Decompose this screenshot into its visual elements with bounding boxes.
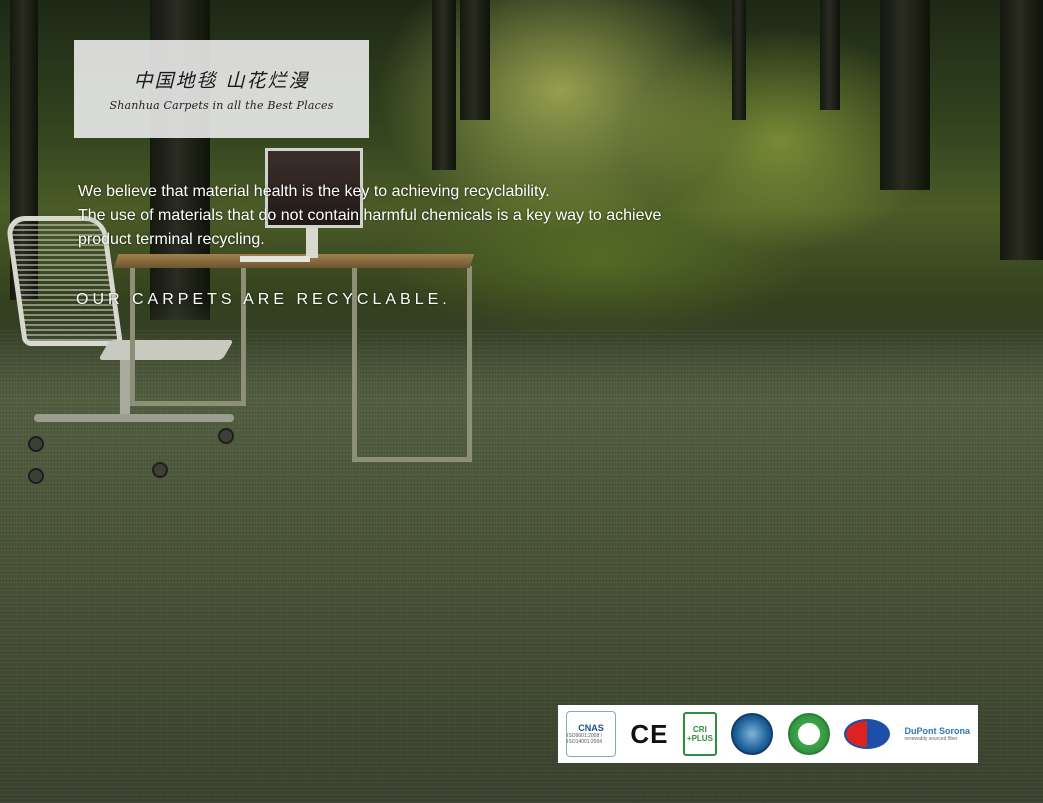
tree-trunk [732, 0, 746, 120]
chair-wheel [28, 468, 44, 484]
cri-badge: CRI +PLUS [682, 712, 717, 756]
tree-trunk [880, 0, 930, 190]
cnas-detail: ISO9001:2008 / ISO14001:2004 [567, 733, 603, 745]
cri-label: CRI [693, 725, 707, 734]
chair-wheel [28, 436, 44, 452]
cri-detail: +PLUS [686, 734, 713, 743]
logo-tagline: Shanhua Carpets in all the Best Places [109, 99, 334, 112]
body-line: We believe that material health is the k… [78, 183, 550, 200]
body-line: The use of materials that do not contain… [78, 207, 662, 224]
cnas-label: CNAS [578, 723, 604, 733]
tree-trunk [820, 0, 840, 110]
blue-seal-icon [731, 713, 774, 755]
body-line: product terminal recycling. [78, 231, 265, 248]
dupont-label: DuPont Sorona [904, 726, 970, 736]
dupont-detail: renewably sourced fiber [904, 736, 958, 742]
oval-seal-icon [844, 719, 891, 749]
green-seal-icon [787, 713, 830, 755]
ce-mark: CE [630, 718, 669, 749]
body-copy: We believe that material health is the k… [78, 180, 778, 252]
desk-leg [130, 266, 246, 406]
chair-post [120, 360, 130, 418]
logo-chinese-text: 中国地毯 山花烂漫 [133, 70, 310, 92]
tree-trunk [1000, 0, 1043, 260]
tree-trunk [432, 0, 456, 170]
dupont-sorona-logo: DuPont Sorona renewably sourced fiber [904, 726, 970, 742]
tree-trunk [460, 0, 490, 120]
chair-wheel [152, 462, 168, 478]
brand-logo: 中国地毯 山花烂漫 Shanhua Carpets in all the Bes… [74, 40, 369, 138]
keyboard [240, 256, 310, 262]
chair-wheel [218, 428, 234, 444]
headline: OUR CARPETS ARE RECYCLABLE. [76, 291, 451, 308]
cnas-badge: CNAS ISO9001:2008 / ISO14001:2004 [566, 711, 616, 757]
chair-base [34, 414, 234, 422]
certification-strip: CNAS ISO9001:2008 / ISO14001:2004 CE CRI… [558, 705, 978, 763]
